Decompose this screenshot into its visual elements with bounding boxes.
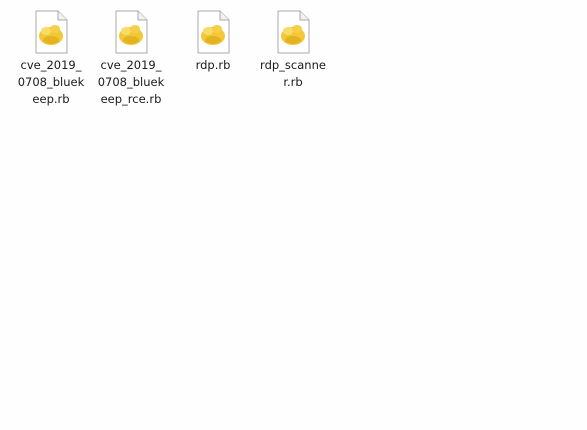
file-name-label: rdp_scanner.rb [260,58,326,89]
ruby-file-icon [197,10,230,54]
file-name-label: cve_2019_0708_bluekeep.rb [17,58,85,106]
file-item-cve-2019-0708-bluekeep-rce[interactable]: cve_2019_0708_bluekeep_rce.rb [95,10,167,108]
file-item-cve-2019-0708-bluekeep[interactable]: cve_2019_0708_bluekeep.rb [15,10,87,108]
ruby-file-icon [115,10,148,54]
file-item-rdp-scanner[interactable]: rdp_scanner.rb [257,10,329,91]
file-view-area[interactable]: cve_2019_0708_bluekeep.rb cve_2019_0708_… [0,0,587,430]
file-name-label: cve_2019_0708_bluekeep_rce.rb [97,58,165,106]
file-item-rdp[interactable]: rdp.rb [177,10,249,74]
ruby-file-icon [277,10,310,54]
file-name-label: rdp.rb [195,58,231,72]
ruby-file-icon [35,10,68,54]
